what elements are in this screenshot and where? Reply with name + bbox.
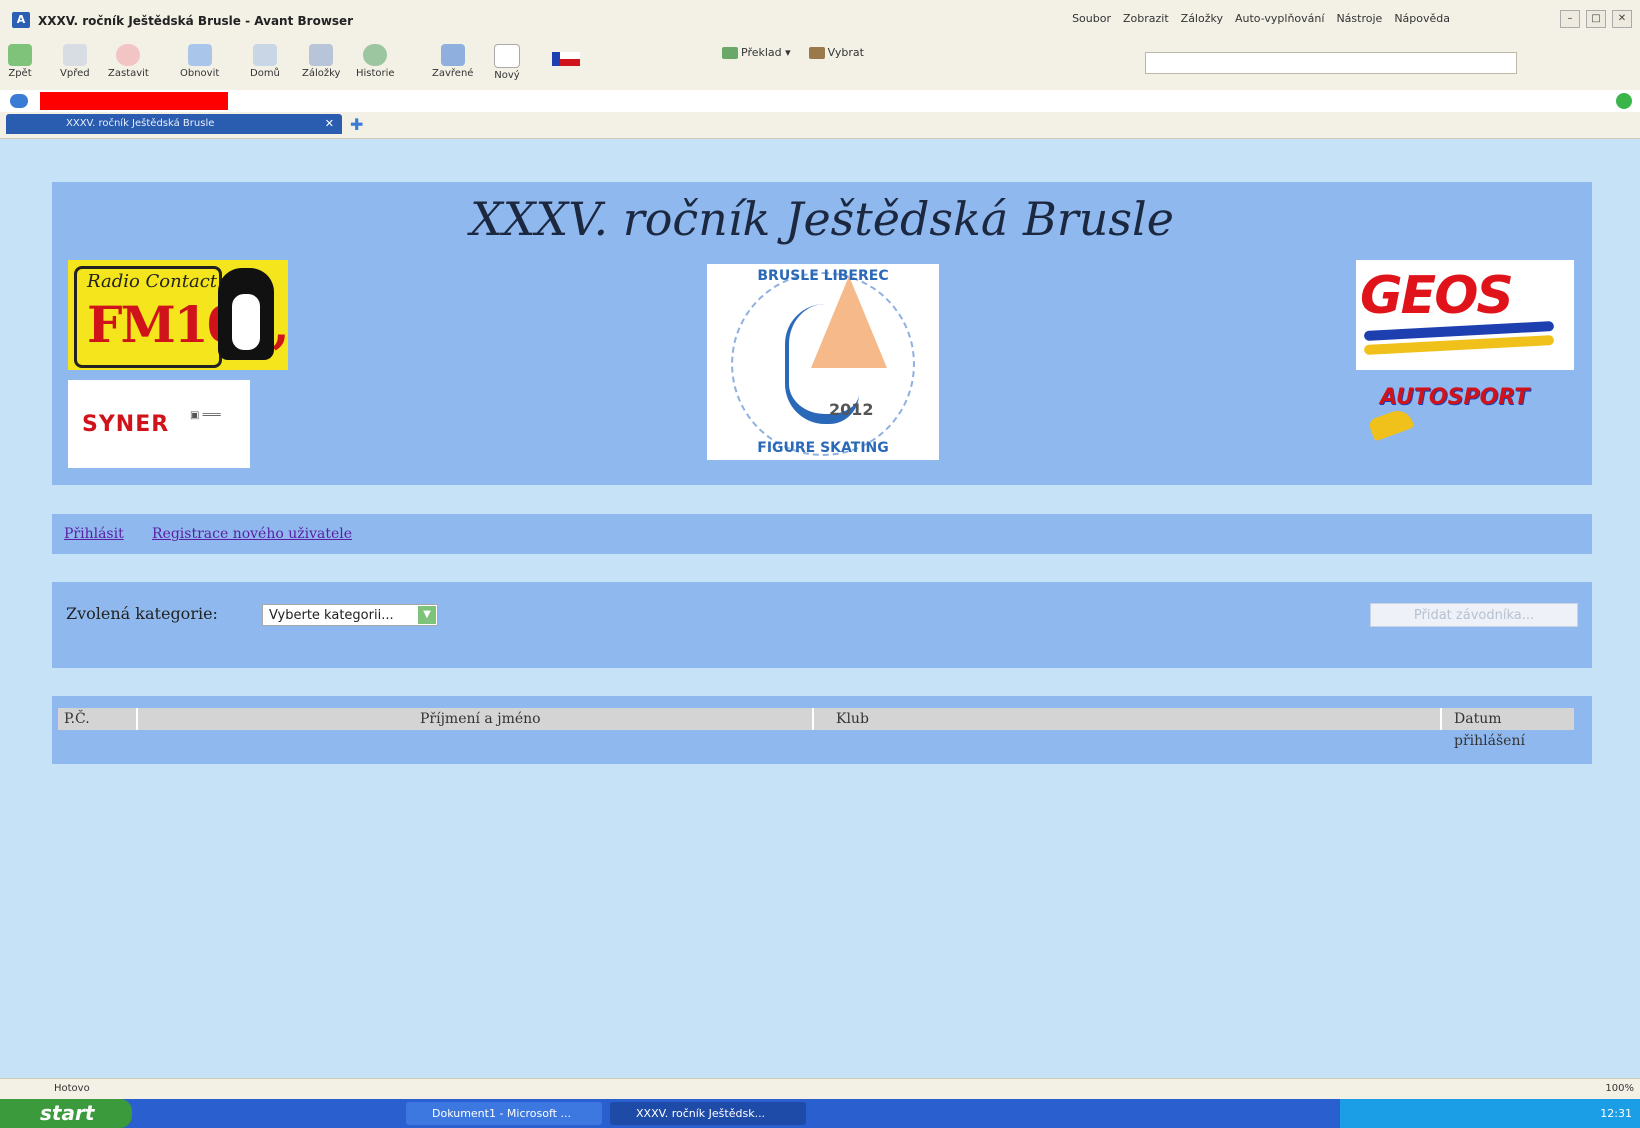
menu-view[interactable]: Zobrazit [1123, 12, 1169, 25]
start-button[interactable]: start [0, 1099, 132, 1128]
maximize-button[interactable]: □ [1586, 10, 1606, 28]
tab-label: XXXV. ročník Ještědská Brusle [66, 118, 215, 129]
translate-button[interactable]: Překlad ▾ [722, 46, 791, 59]
syner-logo[interactable]: SYNER ▣ ═══ [68, 380, 250, 468]
competitors-table: P.Č. Příjmení a jméno Klub Datum přihláš… [52, 696, 1592, 764]
redacted-url-input[interactable] [40, 92, 228, 110]
back-arrow-icon [8, 44, 32, 66]
bookmarks-button[interactable]: Záložky [302, 44, 340, 79]
browser-icon: A [12, 12, 30, 28]
search-input[interactable] [1145, 52, 1517, 74]
browser-toolbar: Zpět Vpřed Zastavit Obnovit Domů Záložky… [0, 40, 1640, 91]
closed-tabs-button[interactable]: Zavřené [432, 44, 473, 79]
menu-autofill[interactable]: Auto-vyplňování [1235, 12, 1324, 25]
tab-active[interactable]: XXXV. ročník Ještědská Brusle ✕ [6, 114, 342, 134]
menu-file[interactable]: Soubor [1072, 12, 1111, 25]
event-emblem: BRUSLE LIBEREC 2012 FIGURE SKATING [707, 264, 939, 460]
category-selected-value: Vyberte kategorii... [269, 608, 394, 623]
select-button[interactable]: Vybrat [808, 46, 864, 59]
race-car-icon [1370, 406, 1415, 442]
new-page-icon [494, 44, 520, 68]
close-button[interactable]: ✕ [1612, 10, 1632, 28]
refresh-button[interactable]: Obnovit [180, 44, 219, 79]
column-header-club[interactable]: Klub [814, 708, 1442, 730]
menu-help[interactable]: Nápověda [1394, 12, 1450, 25]
bookmark-icon [309, 44, 334, 66]
back-button[interactable]: Zpět [8, 44, 32, 79]
page-title: XXXV. ročník Ještědská Brusle [470, 192, 1174, 246]
radio-contact-logo[interactable]: Radio Contact FM101,4 [68, 260, 288, 370]
add-tab-icon[interactable]: ✚ [350, 117, 366, 133]
window-title: XXXV. ročník Ještědská Brusle - Avant Br… [38, 14, 354, 28]
status-bar: Hotovo 100% [0, 1078, 1640, 1099]
address-bar [0, 90, 1640, 113]
home-button[interactable]: Domů [250, 44, 280, 79]
column-header-number[interactable]: P.Č. [58, 708, 138, 730]
menu-bar: Soubor Zobrazit Záložky Auto-vyplňování … [1072, 12, 1450, 25]
toolbar-extras: Překlad ▾ Vybrat [722, 46, 864, 59]
geos-logo[interactable]: GEOS [1356, 260, 1574, 370]
czech-flag-icon [552, 52, 580, 66]
column-header-name[interactable]: Příjmení a jméno [138, 708, 814, 730]
language-flag[interactable] [552, 52, 580, 68]
chevron-down-icon[interactable]: ▼ [418, 606, 436, 624]
window-controls: – □ ✕ [1560, 10, 1632, 28]
clock[interactable]: 12:31 [1600, 1107, 1632, 1120]
menu-tools[interactable]: Nástroje [1336, 12, 1382, 25]
history-icon [363, 44, 388, 66]
window-titlebar: A XXXV. ročník Ještědská Brusle - Avant … [0, 0, 1640, 41]
select-icon [808, 47, 825, 59]
minimize-button[interactable]: – [1560, 10, 1580, 28]
autosport-logo[interactable]: AUTOSPORT [1370, 377, 1556, 452]
menu-bookmarks[interactable]: Záložky [1181, 12, 1223, 25]
windows-taskbar: start Dokument1 - Microsoft ... XXXV. ro… [0, 1099, 1640, 1128]
category-select[interactable]: Vyberte kategorii... ▼ [262, 604, 438, 626]
add-competitor-button[interactable]: Přidat závodníka... [1370, 603, 1578, 627]
category-label: Zvolená kategorie: [66, 604, 218, 623]
zoom-level[interactable]: 100% [1605, 1083, 1634, 1094]
status-text: Hotovo [54, 1083, 90, 1094]
taskbar-item-browser[interactable]: XXXV. ročník Ještědsk... [610, 1102, 806, 1125]
page-header: XXXV. ročník Ještědská Brusle Radio Cont… [52, 182, 1592, 485]
closed-tabs-icon [440, 44, 465, 66]
stop-button[interactable]: Zastavit [108, 44, 149, 79]
page-icon [10, 94, 28, 108]
forward-arrow-icon [62, 44, 87, 66]
history-button[interactable]: Historie [356, 44, 395, 79]
home-icon [252, 44, 277, 66]
table-header: P.Č. Příjmení a jméno Klub Datum přihláš… [58, 708, 1574, 749]
translate-icon [722, 47, 738, 59]
stop-icon [116, 44, 141, 66]
tab-close-icon[interactable]: ✕ [325, 114, 334, 134]
forward-button[interactable]: Vpřed [60, 44, 90, 79]
tab-bar: XXXV. ročník Ještědská Brusle ✕ ✚ [0, 112, 1640, 139]
penguin-icon [218, 268, 274, 360]
refresh-icon [187, 44, 212, 66]
new-tab-button[interactable]: Nový [494, 44, 520, 81]
go-icon[interactable] [1616, 93, 1632, 109]
taskbar-item-word[interactable]: Dokument1 - Microsoft ... [406, 1102, 602, 1125]
user-nav: Přihlásit Registrace nového uživatele [52, 514, 1592, 554]
column-header-date[interactable]: Datum přihlášení [1442, 708, 1574, 749]
system-tray: 12:31 [1340, 1099, 1640, 1128]
category-panel: Zvolená kategorie: Vyberte kategorii... … [52, 582, 1592, 668]
register-link[interactable]: Registrace nového uživatele [152, 526, 352, 542]
login-link[interactable]: Přihlásit [64, 526, 124, 542]
